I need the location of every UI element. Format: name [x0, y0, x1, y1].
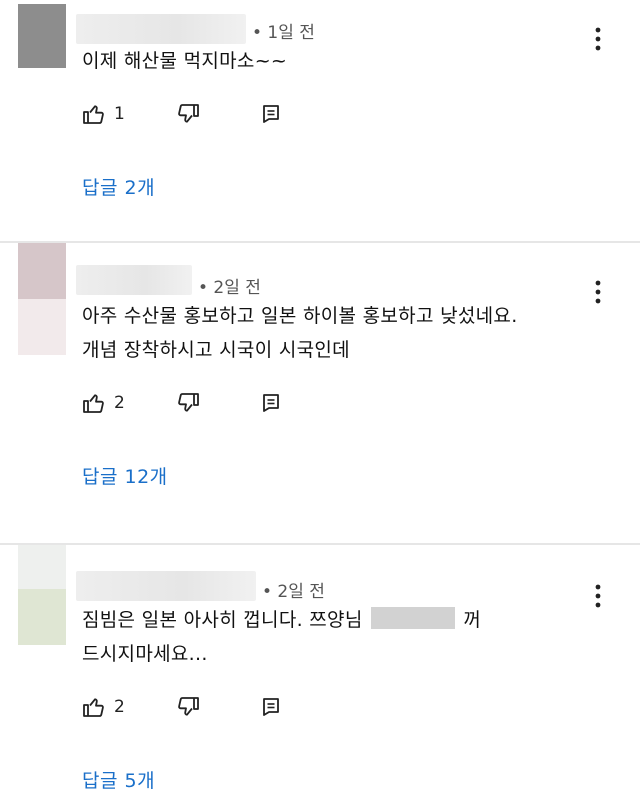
like-count: 1: [114, 104, 125, 124]
comment-1: • 1일 전 이제 해산물 먹지마소~~ 1 답글 2개: [0, 0, 640, 240]
avatar[interactable]: [18, 243, 66, 355]
comment-2: • 2일 전 아주 수산물 홍보하고 일본 하이볼 홍보하고 낮섰네요. 개념 …: [0, 243, 640, 543]
comment-line: 개념 장착하시고 시국이 시국인데: [82, 339, 350, 361]
comment-line: 이제 해산물 먹지마소~~: [82, 50, 288, 72]
more-options-button[interactable]: [590, 279, 606, 305]
more-vertical-icon: [595, 584, 601, 608]
comment-line: 짐빔은 일본 아사히 껍니다. 쯔양님 꺼: [82, 603, 481, 637]
comment-text-part: 꺼: [463, 609, 482, 631]
thumbs-down-icon: [178, 104, 199, 123]
comment-text-part: 짐빔은 일본 아사히 껍니다. 쯔양님: [82, 609, 363, 631]
thumbs-up-icon: [83, 698, 104, 717]
thumbs-down-icon: [178, 393, 199, 412]
view-replies-link[interactable]: 답글 12개: [82, 462, 168, 489]
more-options-button[interactable]: [590, 583, 606, 609]
dislike-button[interactable]: [176, 693, 200, 721]
thumbs-up-icon: [83, 394, 104, 413]
comment-line: 아주 수산물 홍보하고 일본 하이볼 홍보하고 낮섰네요.: [82, 305, 518, 327]
comment-line: 드시지마세요...: [82, 643, 208, 665]
like-count: 2: [114, 393, 125, 413]
comment-3: • 2일 전 짐빔은 일본 아사히 껍니다. 쯔양님 꺼 드시지마세요... 2…: [0, 545, 640, 792]
comment-text: 이제 해산물 먹지마소~~: [82, 44, 287, 78]
author-name-redacted[interactable]: [76, 265, 192, 295]
author-name-redacted[interactable]: [76, 571, 256, 601]
redacted-text: [370, 607, 455, 629]
comment-icon: [263, 698, 279, 716]
more-options-button[interactable]: [590, 26, 606, 52]
comment-text: 짐빔은 일본 아사히 껍니다. 쯔양님 꺼 드시지마세요...: [82, 603, 481, 671]
like-button[interactable]: 1: [82, 100, 125, 128]
comment-time: • 2일 전: [262, 582, 325, 602]
avatar[interactable]: [18, 4, 66, 68]
reply-button[interactable]: [260, 693, 282, 721]
comment-time: • 2일 전: [198, 278, 261, 298]
author-name-redacted[interactable]: [76, 14, 246, 44]
more-vertical-icon: [595, 27, 601, 51]
avatar[interactable]: [18, 545, 66, 645]
dislike-button[interactable]: [176, 389, 200, 417]
thumbs-down-icon: [178, 697, 199, 716]
more-vertical-icon: [595, 280, 601, 304]
like-button[interactable]: 2: [82, 389, 125, 417]
comment-text: 아주 수산물 홍보하고 일본 하이볼 홍보하고 낮섰네요. 개념 장착하시고 시…: [82, 299, 518, 367]
comment-icon: [263, 394, 279, 412]
comment-icon: [263, 105, 279, 123]
reply-button[interactable]: [260, 389, 282, 417]
reply-button[interactable]: [260, 100, 282, 128]
dislike-button[interactable]: [176, 100, 200, 128]
view-replies-link[interactable]: 답글 2개: [82, 173, 155, 200]
comment-time: • 1일 전: [252, 23, 315, 43]
like-button[interactable]: 2: [82, 693, 125, 721]
like-count: 2: [114, 697, 125, 717]
thumbs-up-icon: [83, 105, 104, 124]
